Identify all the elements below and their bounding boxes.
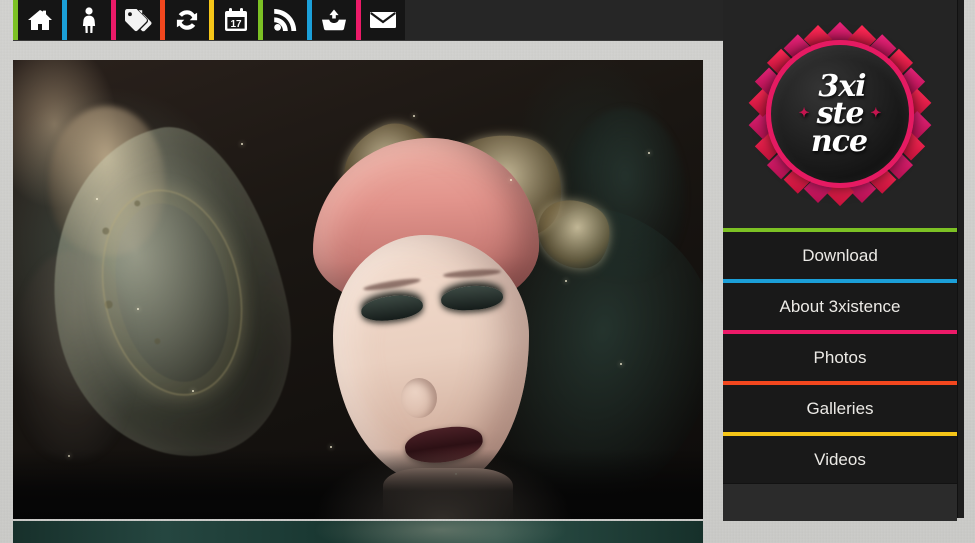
right-sidebar: 3xi ✦ ste ✦ nce Download About 3xistence… (723, 0, 958, 521)
upload-icon (320, 9, 348, 31)
site-logo[interactable]: 3xi ✦ ste ✦ nce (748, 21, 932, 207)
toolbar-button-feed[interactable] (263, 0, 307, 40)
top-toolbar: 17 (13, 0, 723, 41)
gallery-photo-fairy-portrait[interactable] (13, 60, 703, 519)
nav-item-label: Download (802, 245, 878, 265)
logo-text: 3xi ✦ ste ✦ nce (766, 40, 914, 188)
mail-icon (369, 10, 397, 30)
nav-item-galleries[interactable]: Galleries (723, 381, 957, 432)
logo-star-left-icon: ✦ (798, 106, 810, 122)
home-icon (27, 8, 53, 32)
toolbar-button-profile[interactable] (67, 0, 111, 40)
person-icon (80, 7, 98, 33)
calendar-icon: 17 (223, 7, 249, 33)
wing-spot (153, 337, 161, 345)
main-navigation: Download About 3xistence Photos Gallerie… (723, 228, 957, 483)
wing-spot (102, 226, 111, 235)
rss-icon (273, 8, 297, 32)
toolbar-button-home[interactable] (18, 0, 62, 40)
toolbar-button-tags[interactable] (116, 0, 160, 40)
nav-item-videos[interactable]: Videos (723, 432, 957, 483)
tags-icon (124, 8, 152, 32)
photo-bottom-shadow (13, 449, 703, 519)
sidebar-right-edge (958, 0, 964, 518)
nav-item-label: Videos (814, 449, 866, 469)
photo-column (13, 60, 703, 543)
calendar-day: 17 (230, 19, 242, 30)
logo-star-right-icon: ✦ (870, 106, 882, 122)
gallery-photo-second[interactable] (13, 521, 703, 543)
wing-spot (133, 199, 142, 207)
nav-item-label: About 3xistence (779, 296, 901, 316)
refresh-icon (173, 7, 201, 33)
toolbar-button-refresh[interactable] (165, 0, 209, 40)
toolbar-button-upload[interactable] (312, 0, 356, 40)
nav-item-about[interactable]: About 3xistence (723, 279, 957, 330)
toolbar-button-calendar[interactable]: 17 (214, 0, 258, 40)
nav-item-label: Photos (813, 347, 867, 367)
toolbar-empty-area (405, 0, 723, 40)
wing-spot (103, 300, 114, 310)
logo-line-3: nce (810, 123, 868, 159)
fairy-shoulder (313, 449, 573, 519)
nav-item-label: Galleries (806, 398, 874, 418)
nav-item-photos[interactable]: Photos (723, 330, 957, 381)
logo-area: 3xi ✦ ste ✦ nce (723, 0, 957, 228)
nav-item-download[interactable]: Download (723, 228, 957, 279)
fairy-nose (401, 378, 437, 418)
toolbar-button-mail[interactable] (361, 0, 405, 40)
sidebar-footer (723, 483, 957, 521)
